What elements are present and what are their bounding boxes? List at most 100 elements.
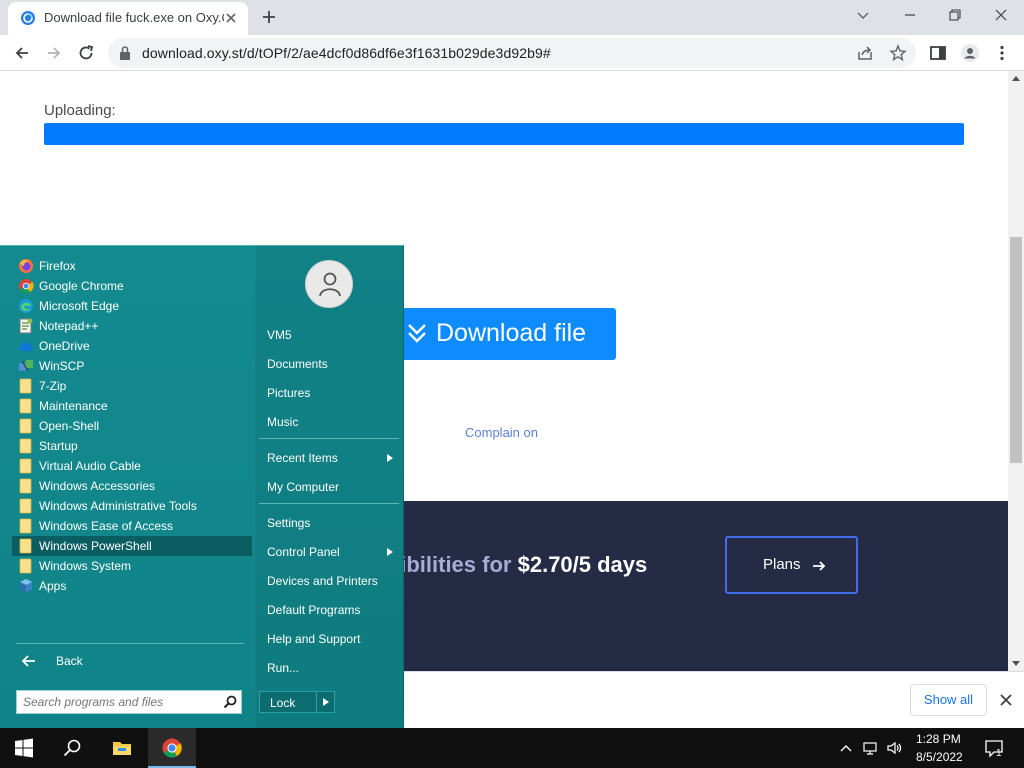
chrome-icon	[19, 279, 34, 294]
address-bar[interactable]: download.oxy.st/d/tOPf/2/ae4dcf0d86df6e3…	[108, 38, 916, 68]
start-program-label: Windows Administrative Tools	[39, 499, 197, 513]
start-program-item[interactable]: Startup	[12, 436, 252, 456]
arrow-right-icon	[813, 561, 826, 571]
network-icon[interactable]	[862, 740, 878, 756]
restore-icon[interactable]	[947, 7, 963, 23]
start-program-item[interactable]: Firefox	[12, 256, 252, 276]
user-avatar[interactable]	[305, 260, 353, 308]
search-icon	[63, 739, 81, 757]
url-text[interactable]: download.oxy.st/d/tOPf/2/ae4dcf0d86df6e3…	[142, 45, 551, 61]
start-program-item[interactable]: Windows System	[12, 556, 252, 576]
plans-button[interactable]: Plans	[725, 536, 858, 594]
start-program-item[interactable]: Google Chrome	[12, 276, 252, 296]
lock-button[interactable]: Lock	[259, 691, 335, 713]
tab-search-chevron-icon[interactable]	[855, 7, 871, 23]
start-place-label: My Computer	[267, 480, 340, 494]
start-program-item[interactable]: Microsoft Edge	[12, 296, 252, 316]
forward-arrow-icon[interactable]	[44, 43, 64, 63]
start-place-item[interactable]: Devices and Printers	[259, 569, 399, 593]
side-panel-icon[interactable]	[928, 43, 948, 63]
lock-icon[interactable]	[118, 45, 132, 61]
profile-icon[interactable]	[960, 43, 980, 63]
start-place-item[interactable]: Control Panel	[259, 540, 399, 564]
start-program-item[interactable]: WinSCP	[12, 356, 252, 376]
folder-icon	[19, 558, 32, 574]
start-search-box[interactable]	[16, 690, 242, 714]
browser-toolbar: download.oxy.st/d/tOPf/2/ae4dcf0d86df6e3…	[0, 35, 1024, 71]
back-arrow-icon[interactable]	[12, 43, 32, 63]
chevron-up-icon[interactable]	[838, 740, 854, 756]
start-place-item[interactable]: Documents	[259, 352, 399, 376]
start-place-label: Help and Support	[267, 632, 361, 646]
scroll-thumb[interactable]	[1010, 237, 1022, 463]
start-place-label: VM5	[267, 328, 292, 342]
back-label: Back	[56, 654, 83, 668]
promo-text-dim: sibilities for	[388, 552, 512, 577]
share-icon[interactable]	[856, 44, 874, 62]
star-icon[interactable]	[889, 44, 907, 62]
lock-options-arrow-icon[interactable]	[323, 698, 329, 706]
start-place-item[interactable]: Run...	[259, 656, 399, 680]
edge-icon	[19, 299, 33, 313]
show-all-button[interactable]: Show all	[910, 684, 987, 716]
start-program-label: Open-Shell	[39, 419, 100, 433]
start-program-item[interactable]: Virtual Audio Cable	[12, 456, 252, 476]
start-program-item[interactable]: Windows PowerShell	[12, 536, 252, 556]
uploading-label: Uploading:	[44, 102, 116, 119]
start-program-label: Google Chrome	[39, 279, 124, 293]
start-place-label: Control Panel	[267, 545, 340, 559]
start-program-item[interactable]: Notepad++	[12, 316, 252, 336]
start-program-item[interactable]: Windows Accessories	[12, 476, 252, 496]
new-tab-icon[interactable]	[260, 8, 278, 26]
search-icon[interactable]	[223, 695, 237, 709]
menu-dots-icon[interactable]	[992, 43, 1012, 63]
folder-icon	[19, 518, 32, 534]
start-place-item[interactable]: VM5	[259, 323, 399, 347]
volume-icon[interactable]	[886, 740, 902, 756]
onedrive-icon	[18, 342, 34, 351]
start-button[interactable]	[0, 728, 48, 768]
submenu-arrow-icon	[387, 454, 393, 462]
start-place-item[interactable]: Pictures	[259, 381, 399, 405]
tab-close-icon[interactable]	[224, 11, 238, 25]
start-program-item[interactable]: 7-Zip	[12, 376, 252, 396]
folder-icon	[19, 478, 32, 494]
start-place-item[interactable]: Music	[259, 410, 399, 434]
back-button[interactable]: Back	[16, 650, 244, 672]
start-program-item[interactable]: Apps	[12, 576, 252, 596]
start-place-item[interactable]: Help and Support	[259, 627, 399, 651]
start-program-item[interactable]: Open-Shell	[12, 416, 252, 436]
scroll-up-arrow-icon[interactable]	[1012, 75, 1020, 83]
chrome-taskbar-button[interactable]	[148, 728, 196, 768]
folder-icon	[19, 458, 32, 474]
start-program-item[interactable]: OneDrive	[12, 336, 252, 356]
download-file-button[interactable]: Download file	[398, 308, 616, 360]
start-place-item[interactable]: My Computer	[259, 475, 399, 499]
page-scrollbar[interactable]	[1008, 71, 1024, 671]
start-program-item[interactable]: Maintenance	[12, 396, 252, 416]
start-program-label: WinSCP	[39, 359, 85, 373]
browser-tab[interactable]: Download file fuck.exe on Oxy.Cl	[8, 2, 248, 35]
start-search-input[interactable]	[23, 695, 213, 709]
minimize-icon[interactable]	[902, 7, 918, 23]
taskbar-clock-time[interactable]: 1:28 PM	[916, 732, 961, 746]
close-window-icon[interactable]	[993, 7, 1009, 23]
start-program-item[interactable]: Windows Ease of Access	[12, 516, 252, 536]
scroll-down-arrow-icon[interactable]	[1012, 659, 1020, 667]
taskbar-search-button[interactable]	[48, 728, 96, 768]
start-program-item[interactable]: Windows Administrative Tools	[12, 496, 252, 516]
taskbar-clock-date[interactable]: 8/5/2022	[916, 750, 963, 764]
upload-progress-bar	[44, 123, 964, 145]
reload-icon[interactable]	[76, 43, 96, 63]
complain-link[interactable]: Complain on	[465, 425, 538, 440]
start-place-label: Pictures	[267, 386, 311, 400]
tab-title: Download file fuck.exe on Oxy.Cl	[44, 10, 224, 25]
start-place-item[interactable]: Recent Items	[259, 446, 399, 470]
file-explorer-button[interactable]	[98, 728, 146, 768]
start-place-item[interactable]: Default Programs	[259, 598, 399, 622]
start-place-item[interactable]: Settings	[259, 511, 399, 535]
start-program-label: 7-Zip	[39, 379, 67, 393]
close-downloads-bar-icon[interactable]	[998, 692, 1014, 708]
file-explorer-icon	[113, 742, 131, 755]
upload-progress-fill	[44, 123, 964, 145]
